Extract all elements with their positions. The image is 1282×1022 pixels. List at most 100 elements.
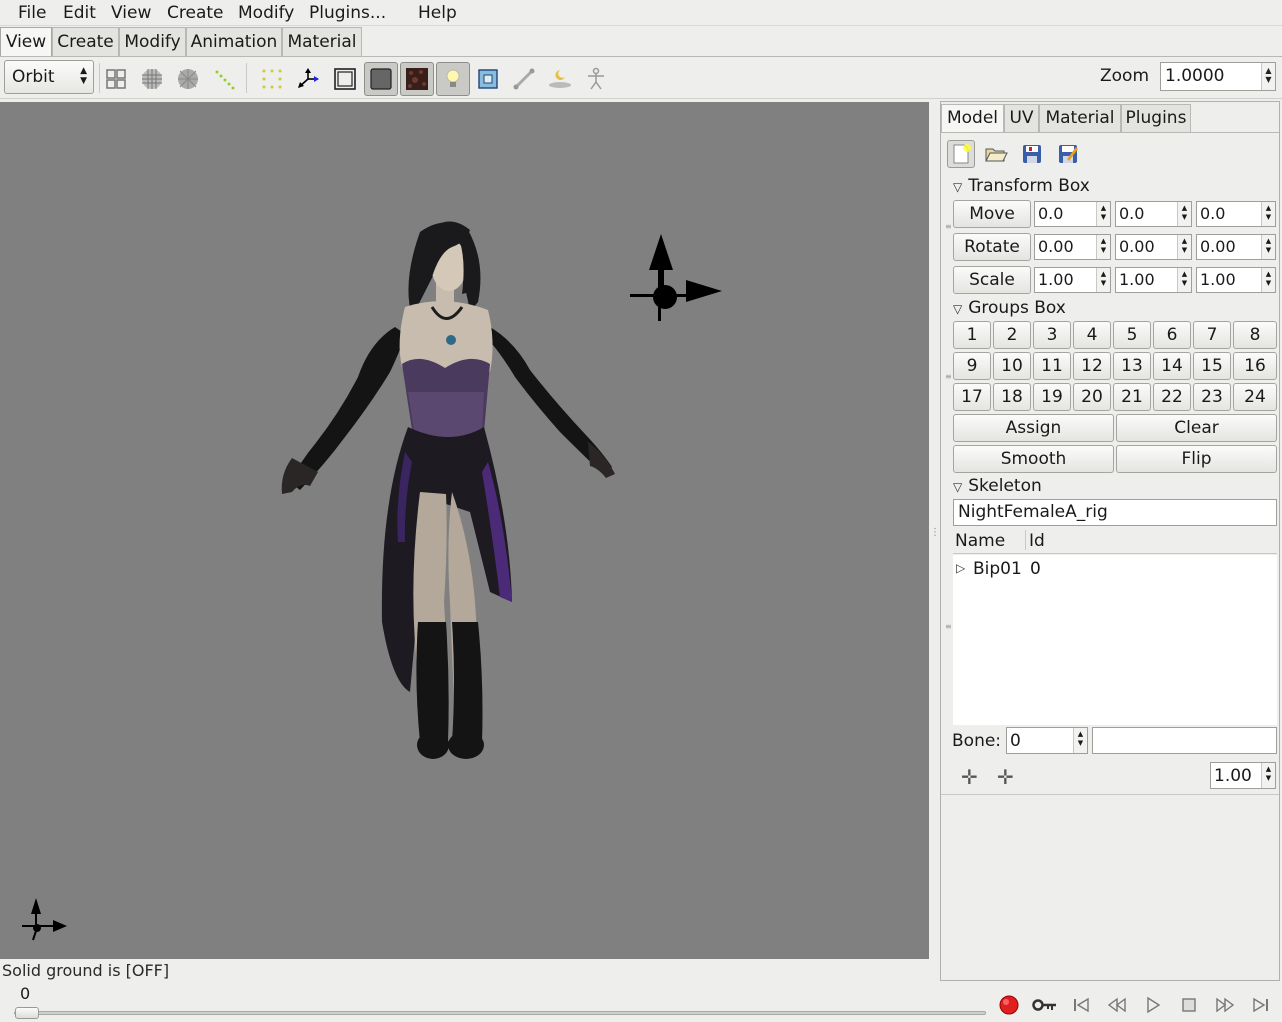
vertices-icon[interactable]	[207, 62, 241, 96]
rotate-y-field[interactable]: 0.00 ▲ ▼	[1115, 234, 1192, 260]
menu-edit[interactable]: Edit	[63, 3, 96, 23]
group-7-button[interactable]: 7	[1193, 321, 1231, 349]
spin-arrows-icon[interactable]: ▲ ▼	[1096, 235, 1110, 259]
stop-icon[interactable]	[1177, 993, 1201, 1017]
groups-box-header[interactable]: ▽ Groups Box	[953, 298, 1066, 318]
group-16-button[interactable]: 16	[1233, 352, 1277, 380]
move-button[interactable]: Move	[953, 200, 1031, 228]
splitter-handle[interactable]: ⋮	[930, 528, 940, 554]
grid-view-icon[interactable]	[99, 62, 133, 96]
weight-field[interactable]: 1.00 ▲ ▼	[1210, 762, 1276, 789]
record-icon[interactable]	[997, 993, 1021, 1017]
save-as-icon[interactable]	[1054, 140, 1082, 168]
column-name[interactable]: Name	[955, 531, 1005, 551]
group-3-button[interactable]: 3	[1033, 321, 1071, 349]
group-10-button[interactable]: 10	[993, 352, 1031, 380]
group-13-button[interactable]: 13	[1113, 352, 1151, 380]
new-file-icon[interactable]	[947, 140, 975, 168]
group-18-button[interactable]: 18	[993, 383, 1031, 411]
spin-arrows-icon[interactable]: ▲ ▼	[1261, 235, 1275, 259]
group-24-button[interactable]: 24	[1233, 383, 1277, 411]
menu-create[interactable]: Create	[167, 3, 224, 23]
skeleton-name-field[interactable]: NightFemaleA_rig	[953, 499, 1277, 526]
tab-uv[interactable]: UV	[1004, 104, 1039, 132]
scale-z-field[interactable]: 1.00 ▲ ▼	[1196, 267, 1276, 293]
rotate-z-field[interactable]: 0.00 ▲ ▼	[1196, 234, 1276, 260]
tab-panel-material[interactable]: Material	[1039, 104, 1121, 132]
scale-y-field[interactable]: 1.00 ▲ ▼	[1115, 267, 1192, 293]
frame-icon[interactable]	[328, 62, 362, 96]
clear-button[interactable]: Clear	[1116, 414, 1277, 442]
group-22-button[interactable]: 22	[1153, 383, 1191, 411]
timeline-track[interactable]	[14, 1011, 986, 1015]
group-6-button[interactable]: 6	[1153, 321, 1191, 349]
bone-list[interactable]: ▷ Bip01 0	[953, 555, 1277, 725]
group-21-button[interactable]: 21	[1113, 383, 1151, 411]
spin-arrows-icon[interactable]: ▲ ▼	[1177, 268, 1191, 292]
move-y-field[interactable]: 0.0 ▲ ▼	[1115, 201, 1192, 227]
flip-button[interactable]: Flip	[1116, 445, 1277, 473]
group-2-button[interactable]: 2	[993, 321, 1031, 349]
group-19-button[interactable]: 19	[1033, 383, 1071, 411]
tab-material[interactable]: Material	[282, 27, 362, 57]
tab-view[interactable]: View	[0, 27, 52, 57]
group-23-button[interactable]: 23	[1193, 383, 1231, 411]
tab-model[interactable]: Model	[941, 104, 1004, 132]
group-11-button[interactable]: 11	[1033, 352, 1071, 380]
bone-row[interactable]: ▷ Bip01 0	[953, 558, 1277, 582]
mode-select[interactable]: Orbit ▲ ▼	[4, 60, 94, 94]
rotate-x-field[interactable]: 0.00 ▲ ▼	[1034, 234, 1111, 260]
group-1-button[interactable]: 1	[953, 321, 991, 349]
fit-view-icon[interactable]	[471, 62, 505, 96]
spin-arrows-icon[interactable]: ▲ ▼	[1261, 202, 1275, 226]
timeline-slider-handle[interactable]	[15, 1007, 39, 1019]
rewind-icon[interactable]	[1105, 993, 1129, 1017]
skip-end-icon[interactable]	[1249, 993, 1273, 1017]
menu-help[interactable]: Help	[418, 3, 457, 23]
bone-name-field[interactable]	[1092, 727, 1277, 754]
axis-icon[interactable]	[291, 62, 325, 96]
open-folder-icon[interactable]	[982, 140, 1010, 168]
spin-arrows-icon[interactable]: ▲ ▼	[1073, 728, 1087, 753]
group-5-button[interactable]: 5	[1113, 321, 1151, 349]
spin-arrows-icon[interactable]: ▲ ▼	[1261, 763, 1275, 788]
spin-arrows-icon[interactable]: ▲ ▼	[1261, 63, 1275, 90]
menu-plugins[interactable]: Plugins...	[309, 3, 386, 23]
zoom-input[interactable]: 1.0000 ▲ ▼	[1160, 62, 1276, 91]
spin-arrows-icon[interactable]: ▲ ▼	[1096, 268, 1110, 292]
assign-button[interactable]: Assign	[953, 414, 1114, 442]
group-12-button[interactable]: 12	[1073, 352, 1111, 380]
tab-plugins[interactable]: Plugins	[1121, 104, 1191, 132]
add-influence-icon[interactable]: ✛	[997, 765, 1014, 789]
column-id[interactable]: Id	[1029, 531, 1045, 551]
skeleton-icon[interactable]	[579, 62, 613, 96]
skip-start-icon[interactable]	[1069, 993, 1093, 1017]
smooth-shade-icon[interactable]	[364, 62, 398, 96]
rotate-button[interactable]: Rotate	[953, 233, 1031, 261]
selection-points-icon[interactable]	[255, 62, 289, 96]
fast-forward-icon[interactable]	[1213, 993, 1237, 1017]
skeleton-header[interactable]: ▽ Skeleton	[953, 476, 1042, 496]
bone-index-field[interactable]: 0 ▲ ▼	[1006, 727, 1088, 754]
move-z-field[interactable]: 0.0 ▲ ▼	[1196, 201, 1276, 227]
group-8-button[interactable]: 8	[1233, 321, 1277, 349]
group-4-button[interactable]: 4	[1073, 321, 1111, 349]
transform-box-header[interactable]: ▽ Transform Box	[953, 176, 1090, 196]
key-icon[interactable]	[1031, 993, 1059, 1017]
group-9-button[interactable]: 9	[953, 352, 991, 380]
tab-modify[interactable]: Modify	[119, 27, 186, 57]
bone-icon[interactable]	[507, 62, 541, 96]
expand-triangle-icon[interactable]: ▷	[956, 561, 965, 575]
menu-file[interactable]: File	[18, 3, 46, 23]
group-20-button[interactable]: 20	[1073, 383, 1111, 411]
menu-modify[interactable]: Modify	[238, 3, 294, 23]
group-15-button[interactable]: 15	[1193, 352, 1231, 380]
move-x-field[interactable]: 0.0 ▲ ▼	[1034, 201, 1111, 227]
group-14-button[interactable]: 14	[1153, 352, 1191, 380]
group-17-button[interactable]: 17	[953, 383, 991, 411]
scale-x-field[interactable]: 1.00 ▲ ▼	[1034, 267, 1111, 293]
tab-animation[interactable]: Animation	[186, 27, 282, 57]
light-icon[interactable]	[436, 62, 470, 96]
menu-view[interactable]: View	[111, 3, 151, 23]
scale-button[interactable]: Scale	[953, 266, 1031, 294]
